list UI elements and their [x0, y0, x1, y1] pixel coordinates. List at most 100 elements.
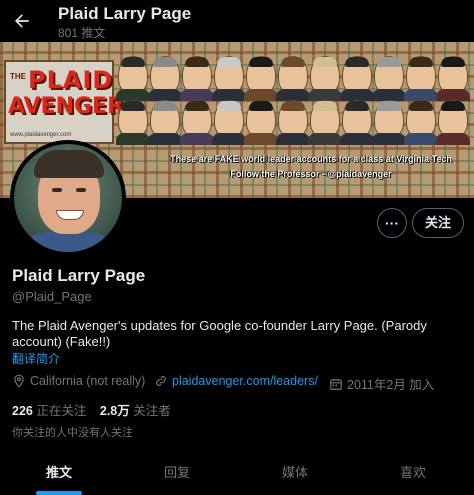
caricature-face — [212, 100, 246, 145]
caricature-face — [180, 56, 214, 101]
avatar-eye — [52, 188, 62, 192]
banner-caption: These are FAKE world leader accounts for… — [150, 152, 472, 182]
caricature-suit — [308, 133, 342, 145]
caricature-hair — [409, 101, 433, 111]
caricature-suit — [404, 133, 438, 145]
caricature-face — [116, 100, 150, 145]
caricature-suit — [212, 133, 246, 145]
arrow-left-icon — [15, 14, 29, 28]
avatar-eye — [76, 188, 86, 192]
caricature-hair — [217, 101, 241, 111]
caricature-face — [244, 56, 278, 101]
more-dots-icon: ··· — [385, 215, 399, 231]
tab-likes[interactable]: 喜欢 — [354, 456, 472, 495]
caricature-suit — [244, 133, 278, 145]
logo-the: THE — [10, 72, 26, 81]
caricature-hair — [217, 57, 241, 67]
logo-url: www.plaidavenger.com — [10, 132, 72, 138]
caricature-face — [404, 100, 438, 145]
caricature-suit — [148, 133, 182, 145]
caricature-hair — [313, 101, 337, 111]
caricature-hair — [153, 101, 177, 111]
tab-replies[interactable]: 回复 — [118, 456, 236, 495]
caricature-suit — [340, 133, 374, 145]
tab-posts[interactable]: 推文 — [0, 456, 118, 495]
caricature-face — [308, 100, 342, 145]
caricature-face — [340, 100, 374, 145]
caricature-face — [340, 56, 374, 101]
caricature-hair — [185, 101, 209, 111]
caricature-hair — [377, 57, 401, 67]
caricature-hair — [185, 57, 209, 67]
caricature-face — [148, 100, 182, 145]
profile-tabs: 推文 回复 媒体 喜欢 — [0, 456, 474, 495]
following-count: 226 — [12, 404, 33, 418]
avatar[interactable] — [10, 140, 126, 256]
caricature-hair — [345, 101, 369, 111]
caricature-hair — [441, 101, 465, 111]
caricature-face — [244, 100, 278, 145]
avatar-shirt — [18, 232, 118, 252]
followers-count: 2.8万 — [99, 404, 130, 418]
tab-media[interactable]: 媒体 — [236, 456, 354, 495]
caricature-face — [116, 56, 150, 101]
calendar-icon — [330, 378, 342, 390]
caricature-hair — [377, 101, 401, 111]
caricature-face — [212, 56, 246, 101]
caricature-hair — [409, 57, 433, 67]
caricature-face — [404, 56, 438, 101]
profile-handle: @Plaid_Page — [12, 289, 92, 304]
follow-button[interactable]: 关注 — [412, 208, 464, 238]
caricature-hair — [345, 57, 369, 67]
link-icon — [156, 376, 166, 386]
more-options-button[interactable]: ··· — [377, 208, 407, 238]
caricature-face — [436, 56, 470, 101]
location-text: California (not really) — [30, 374, 146, 388]
logo-line2: AVENGER — [8, 94, 125, 119]
following-link[interactable]: 226 正在关注 — [12, 400, 86, 419]
caricature-hair — [153, 57, 177, 67]
joined-text: 2011年2月 加入 — [347, 378, 435, 392]
caricature-hair — [249, 101, 273, 111]
profile-website: plaidavenger.com/leaders/ — [154, 374, 318, 388]
post-count: 801 推文 — [58, 26, 106, 40]
caricature-face — [308, 56, 342, 101]
caricature-suit — [276, 133, 310, 145]
banner-caption-line1: These are FAKE world leader accounts for… — [170, 154, 452, 164]
caricature-face — [276, 100, 310, 145]
caricature-suit — [436, 133, 470, 145]
profile-name: Plaid Larry Page — [12, 266, 146, 285]
followers-label: 关注者 — [133, 404, 171, 418]
caricature-hair — [121, 57, 145, 67]
avatar-hair — [34, 150, 104, 178]
caricature-suit — [372, 133, 406, 145]
banner-caption-line2: Follow the Professor - @plaidavenger — [230, 169, 392, 179]
plaid-avenger-logo: THE PLAID AVENGER www.plaidavenger.com — [4, 60, 124, 144]
caricature-hair — [313, 57, 337, 67]
top-bar: Plaid Larry Page 801 推文 — [0, 0, 474, 42]
caricature-hair — [121, 101, 145, 111]
caricature-face — [180, 100, 214, 145]
caricature-face — [372, 56, 406, 101]
profile-location: California (not really) — [12, 374, 145, 388]
following-label: 正在关注 — [36, 404, 87, 418]
caricature-face — [436, 100, 470, 145]
website-link[interactable]: plaidavenger.com/leaders/ — [172, 374, 318, 388]
caricature-face — [276, 56, 310, 101]
profile-joined: 2011年2月 加入 — [329, 374, 434, 393]
translate-bio-link[interactable]: 翻译简介 — [12, 350, 60, 367]
followers-you-know: 你关注的人中没有人关注 — [12, 427, 133, 439]
location-pin-icon — [14, 374, 24, 388]
caricature-hair — [281, 101, 305, 111]
follow-stats: 226 正在关注 2.8万 关注者 — [12, 400, 181, 419]
header-title: Plaid Larry Page — [58, 4, 192, 23]
back-button[interactable] — [10, 9, 34, 33]
caricature-face — [148, 56, 182, 101]
profile-bio: The Plaid Avenger's updates for Google c… — [12, 318, 427, 349]
followers-link[interactable]: 2.8万 关注者 — [100, 400, 171, 419]
caricature-hair — [281, 57, 305, 67]
caricature-suit — [180, 133, 214, 145]
caricature-hair — [249, 57, 273, 67]
caricature-suit — [116, 133, 150, 145]
active-tab-indicator — [36, 491, 82, 495]
